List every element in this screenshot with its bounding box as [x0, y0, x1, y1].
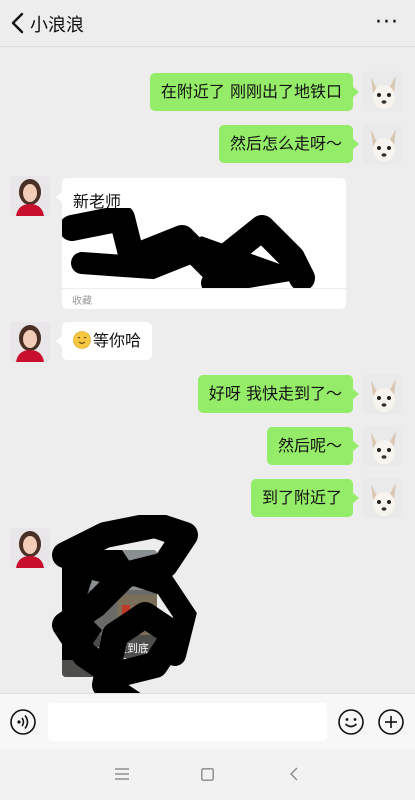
voice-icon[interactable]	[10, 709, 36, 735]
redaction-scribble	[52, 515, 198, 715]
message-input[interactable]	[48, 703, 327, 741]
input-bar	[0, 693, 415, 750]
message-bubble-outgoing[interactable]: 在附近了 刚刚出了地铁口	[149, 73, 360, 111]
message-bubble-outgoing[interactable]: 然后呢～	[266, 427, 360, 465]
message-text: 等你哈	[93, 331, 142, 350]
message-text: 到了附近了	[261, 488, 342, 507]
message-text: 在附近了 刚刚出了地铁口	[160, 82, 342, 101]
chevron-left-icon[interactable]	[10, 12, 26, 34]
my-avatar[interactable]	[363, 374, 403, 414]
contact-avatar[interactable]	[10, 176, 50, 216]
my-avatar[interactable]	[363, 426, 403, 466]
menu-icon[interactable]	[115, 768, 129, 780]
woman-avatar-icon	[10, 176, 50, 216]
chat-header: 小浪浪 ···	[0, 0, 415, 47]
woman-avatar-icon	[10, 322, 50, 362]
contact-avatar[interactable]	[10, 322, 50, 362]
chihuahua-avatar-icon	[363, 71, 403, 111]
chihuahua-avatar-icon	[363, 478, 403, 518]
back-icon[interactable]	[289, 767, 299, 781]
message-text: 好呀 我快走到了～	[208, 384, 342, 403]
chihuahua-avatar-icon	[363, 426, 403, 466]
plus-icon[interactable]	[378, 709, 404, 735]
more-options-button[interactable]: ···	[375, 10, 399, 35]
contact-avatar[interactable]	[10, 528, 50, 568]
home-icon[interactable]	[201, 768, 214, 781]
redaction-scribble	[62, 208, 316, 288]
chihuahua-avatar-icon	[363, 124, 403, 164]
card-footer: 收藏	[62, 288, 346, 309]
favorite-card-message[interactable]: 新老师 收藏	[56, 178, 346, 309]
card-source: 收藏	[72, 296, 92, 307]
message-bubble-outgoing[interactable]: 到了附近了	[250, 479, 360, 517]
woman-avatar-icon	[10, 528, 50, 568]
message-bubble-outgoing[interactable]: 好呀 我快走到了～	[197, 375, 360, 413]
smile-emoji-icon	[73, 331, 91, 349]
my-avatar[interactable]	[363, 478, 403, 518]
system-nav-bar	[0, 749, 415, 800]
chihuahua-avatar-icon	[363, 374, 403, 414]
my-avatar[interactable]	[363, 71, 403, 111]
emoji-icon[interactable]	[338, 709, 364, 735]
message-bubble-incoming[interactable]: 等你哈	[55, 322, 153, 360]
message-text: 然后怎么走呀～	[229, 134, 342, 153]
chat-title: 小浪浪	[30, 15, 84, 36]
message-bubble-outgoing[interactable]: 然后怎么走呀～	[218, 125, 360, 163]
my-avatar[interactable]	[363, 124, 403, 164]
message-text: 然后呢～	[277, 436, 342, 455]
